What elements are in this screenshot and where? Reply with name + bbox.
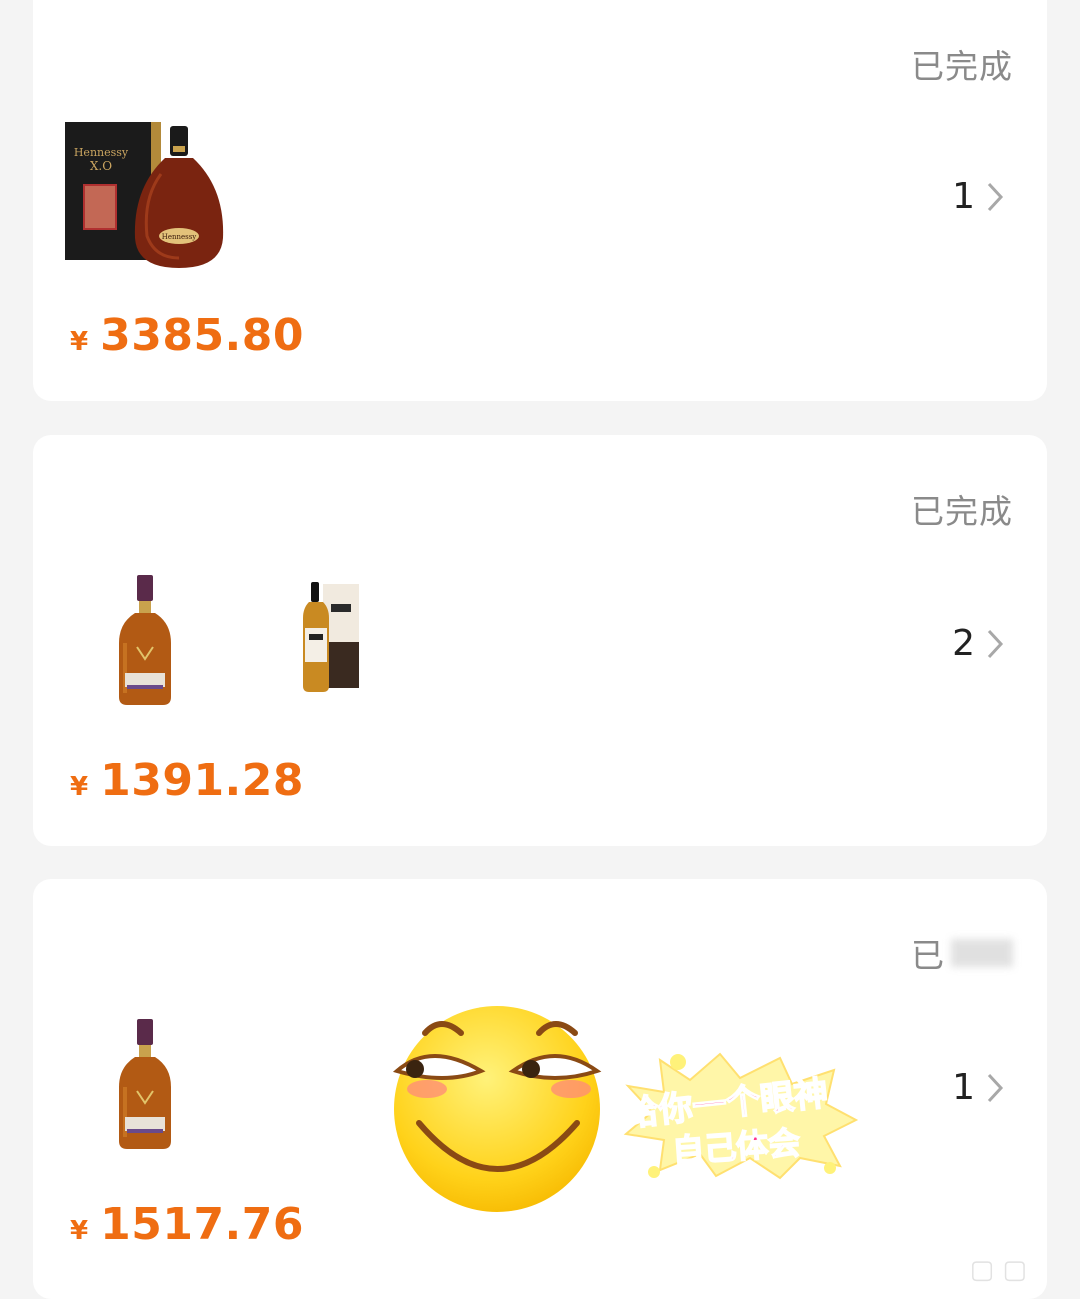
order-price: ¥ 1517.76 (70, 1199, 304, 1250)
price-value: 1391.28 (100, 755, 304, 806)
order-price: ¥ 3385.80 (70, 310, 304, 361)
status-blur-mark (951, 939, 1013, 967)
sticker-line-2: 自己体会 (670, 1123, 802, 1171)
dalmore-whisky-bottle-icon (119, 575, 171, 705)
product-thumbnail[interactable]: Hennessy X.O Hennessy (63, 118, 233, 278)
order-card-2[interactable]: 已完成 2 ¥ 1391.28 (33, 435, 1047, 846)
product-thumbnail[interactable] (115, 1017, 175, 1151)
item-count-link[interactable]: 1 (952, 1067, 1005, 1108)
order-status: 已 (911, 929, 1013, 977)
price-value: 1517.76 (100, 1199, 304, 1250)
watermark-mark: ▢ ▢ (969, 1255, 1027, 1285)
text-sticker: 给你一个眼神 自己体会 (620, 1050, 860, 1180)
item-count: 2 (952, 623, 975, 664)
bowmore-whisky-bottle-icon (303, 582, 359, 692)
order-status-text: 已 (911, 936, 945, 975)
chevron-right-icon (985, 1072, 1005, 1104)
order-status: 已完成 (911, 47, 1013, 86)
item-count-link[interactable]: 1 (952, 176, 1005, 217)
order-price: ¥ 1391.28 (70, 755, 304, 806)
order-status: 已完成 (911, 492, 1013, 531)
smirk-face-icon (392, 1006, 602, 1212)
price-value: 3385.80 (100, 310, 304, 361)
dalmore-whisky-bottle-icon (119, 1019, 171, 1149)
currency-symbol: ¥ (70, 327, 89, 357)
hennessy-xo-bottle-icon: Hennessy X.O Hennessy (65, 122, 224, 268)
svg-text:X.O: X.O (90, 159, 112, 173)
svg-text:Hennessy: Hennessy (162, 233, 197, 241)
emoji-sticker (385, 1005, 605, 1215)
product-thumbnail[interactable] (301, 582, 365, 694)
currency-symbol: ¥ (70, 1216, 89, 1246)
svg-text:Hennessy: Hennessy (74, 146, 129, 159)
chevron-right-icon (985, 628, 1005, 660)
order-card-1[interactable]: 已完成 Hennessy X.O Hennessy 1 ¥ 3385.80 (33, 0, 1047, 401)
chevron-right-icon (985, 181, 1005, 213)
item-count: 1 (952, 1067, 975, 1108)
item-count: 1 (952, 176, 975, 217)
currency-symbol: ¥ (70, 772, 89, 802)
product-thumbnail[interactable] (115, 573, 175, 707)
item-count-link[interactable]: 2 (952, 623, 1005, 664)
